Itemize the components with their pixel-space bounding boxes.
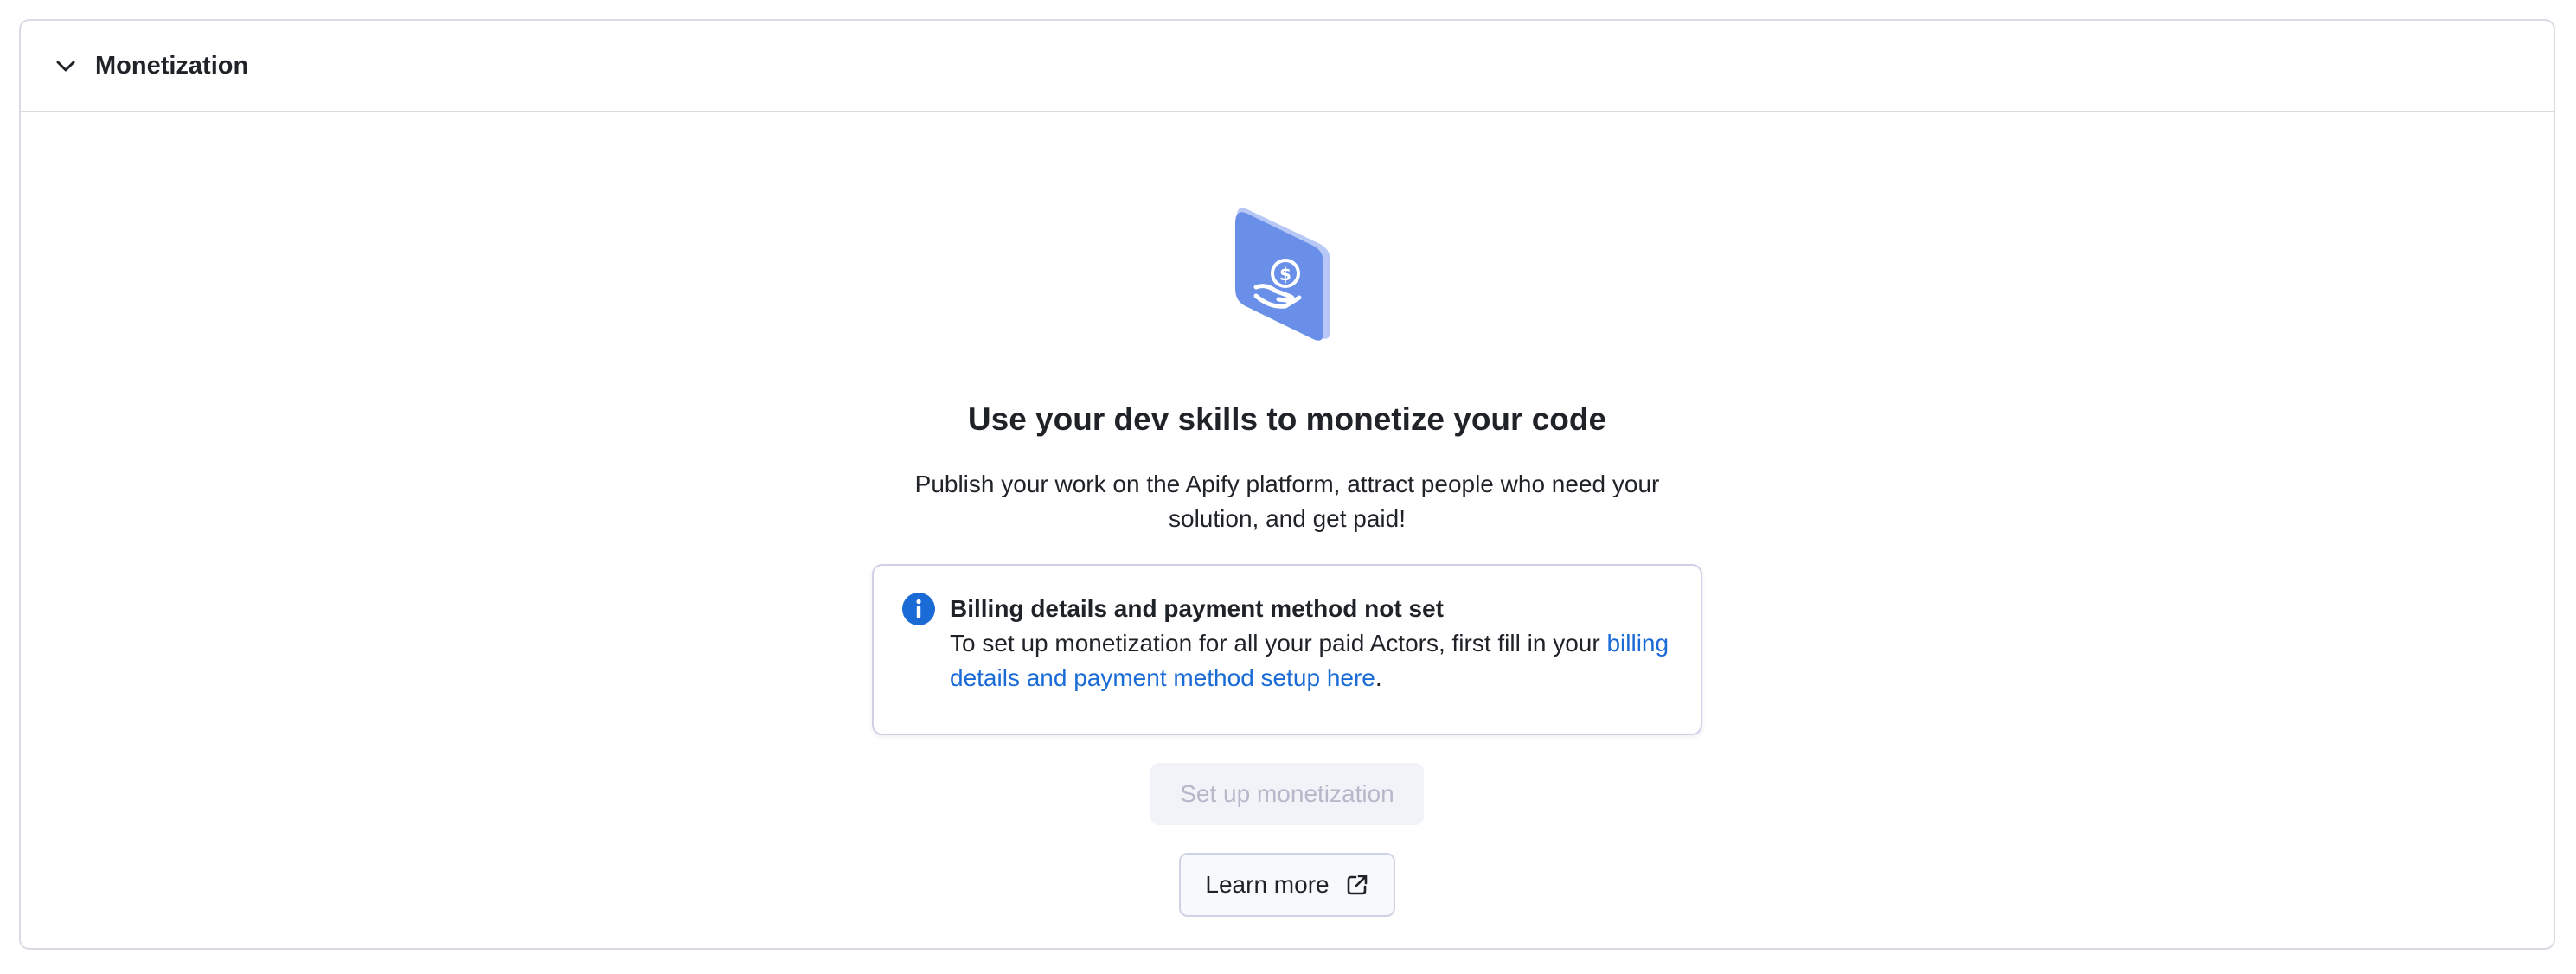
learn-more-label: Learn more [1205,871,1330,898]
monetization-panel: Monetization $ Use your dev skills to mo… [19,19,2555,950]
hand-money-icon: $ [1235,201,1339,348]
alert-text-before: To set up monetization for all your paid… [950,630,1607,657]
description: Publish your work on the Apify platform,… [914,471,1660,532]
headline: Use your dev skills to monetize your cod… [967,401,1607,437]
set-up-monetization-button[interactable]: Set up monetization [1150,763,1424,825]
svg-text:$: $ [1279,264,1291,285]
section-header[interactable]: Monetization [21,21,2554,112]
external-link-icon [1345,873,1369,897]
alert-text-after: . [1375,664,1382,691]
chevron-down-icon[interactable] [54,54,78,78]
empty-state: $ Use your dev skills to monetize your c… [21,112,2554,948]
alert-text: To set up monetization for all your paid… [950,626,1673,695]
info-icon [901,592,936,626]
section-title: Monetization [95,51,249,80]
billing-alert: Billing details and payment method not s… [872,564,1702,735]
alert-title: Billing details and payment method not s… [950,595,1444,622]
learn-more-button[interactable]: Learn more [1179,853,1395,917]
